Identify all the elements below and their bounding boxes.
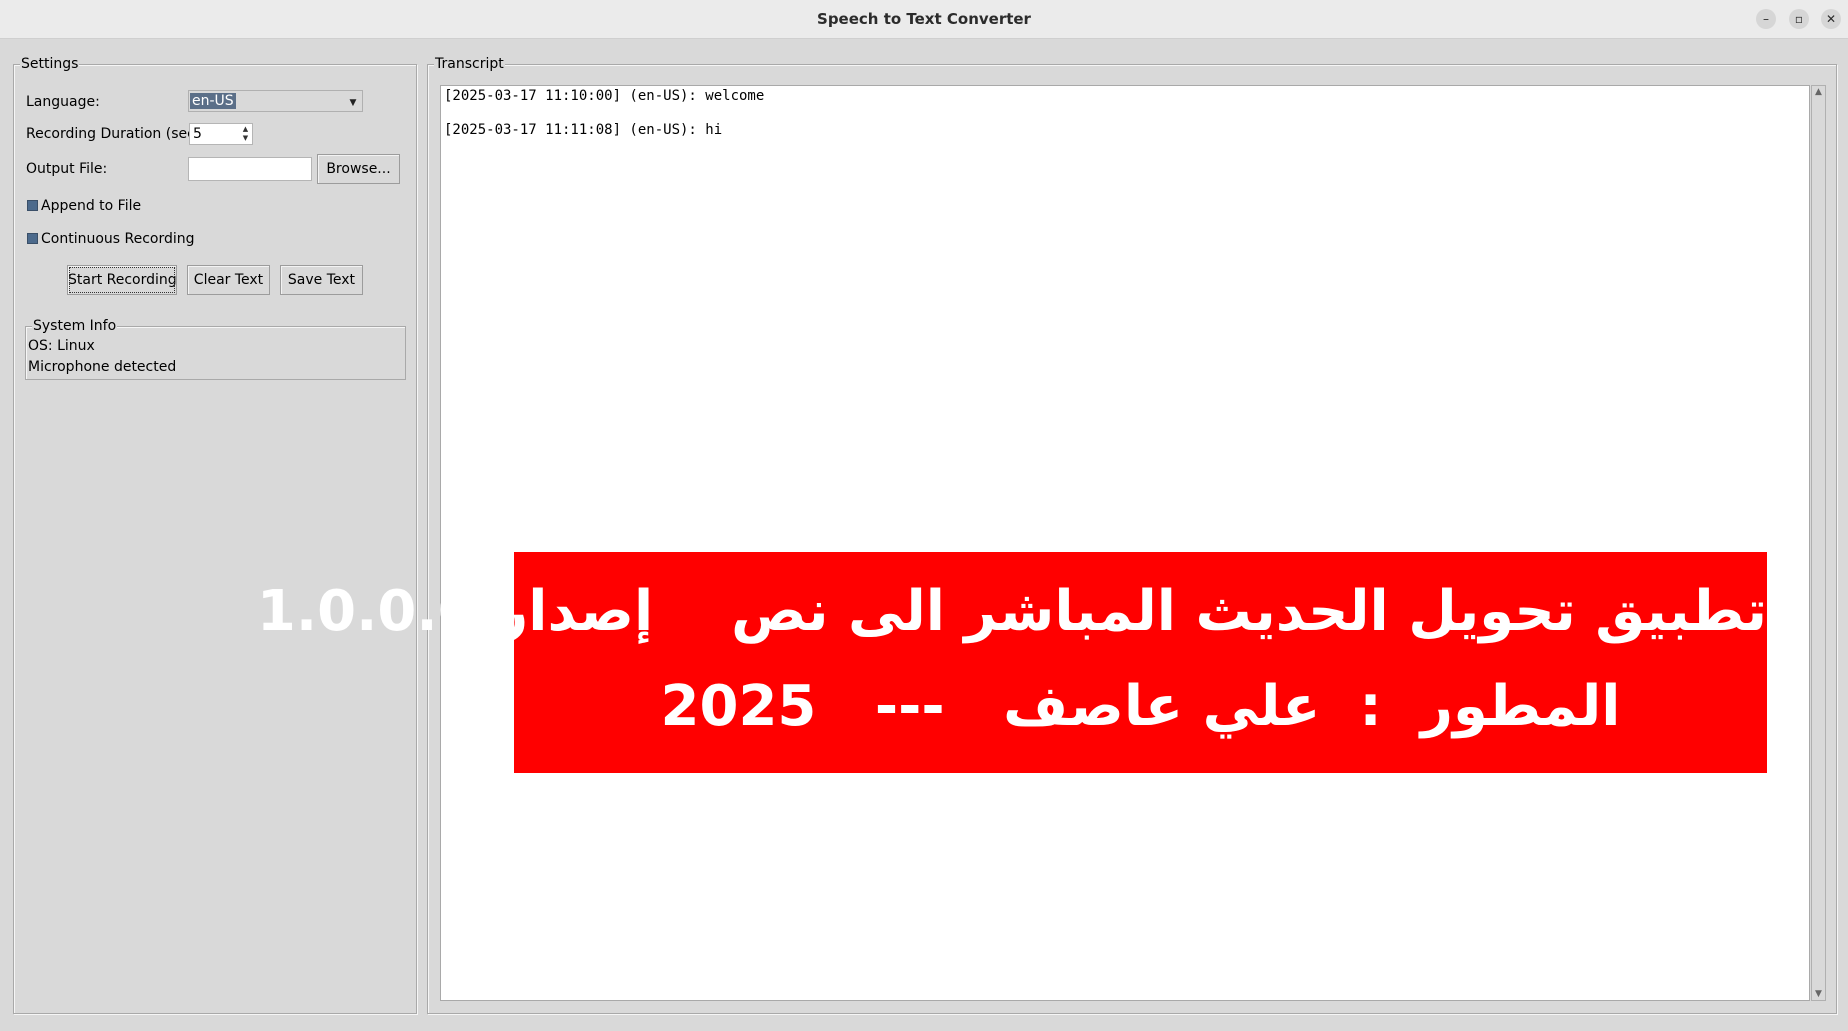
transcript-frame-label: Transcript	[434, 55, 505, 73]
output-file-label: Output File:	[26, 161, 108, 177]
transcript-line: [2025-03-17 11:11:08] (en-US): hi	[444, 122, 723, 138]
system-info-frame: System Info OS: Linux Microphone detecte…	[25, 317, 406, 380]
minimize-icon[interactable]: –	[1756, 9, 1776, 29]
language-combobox[interactable]: en-US ▼	[188, 90, 363, 112]
spin-arrows-icon[interactable]: ▲ ▼	[240, 125, 251, 143]
continuous-label: Continuous Recording	[41, 231, 195, 247]
settings-frame-label: Settings	[20, 55, 80, 73]
window-title: Speech to Text Converter	[817, 10, 1031, 28]
banner-developer: المطور : علي عاصف --- 2025	[660, 674, 1621, 739]
scroll-up-icon[interactable]: ▲	[1812, 86, 1825, 98]
transcript-line: [2025-03-17 11:10:00] (en-US): welcome	[444, 88, 765, 104]
clear-text-button[interactable]: Clear Text	[187, 265, 270, 295]
duration-value: 5	[193, 126, 202, 142]
title-bar: Speech to Text Converter – ▫ ✕	[0, 0, 1848, 39]
language-label: Language:	[26, 94, 100, 110]
transcript-scrollbar[interactable]: ▲ ▼	[1811, 85, 1826, 1001]
close-icon[interactable]: ✕	[1821, 9, 1841, 29]
overlay-banner: تطبيق تحويل الحديث المباشر الى نص إصدار …	[256, 552, 1767, 773]
maximize-icon[interactable]: ▫	[1789, 9, 1809, 29]
microphone-info: Microphone detected	[28, 359, 177, 375]
append-checkbox[interactable]	[27, 200, 38, 211]
output-file-input[interactable]	[188, 157, 312, 181]
banner-title: تطبيق تحويل الحديث المباشر الى نص إصدار …	[256, 579, 1767, 644]
duration-spinbox[interactable]: 5 ▲ ▼	[189, 123, 253, 145]
start-recording-button[interactable]: Start Recording	[67, 265, 177, 295]
os-info: OS: Linux	[28, 338, 95, 354]
chevron-down-icon[interactable]: ▼	[346, 93, 360, 109]
scroll-down-icon[interactable]: ▼	[1812, 988, 1825, 1000]
system-info-label: System Info	[32, 317, 118, 335]
append-label: Append to File	[41, 198, 142, 214]
save-text-button[interactable]: Save Text	[280, 265, 363, 295]
transcript-text-area[interactable]: [2025-03-17 11:10:00] (en-US): welcome […	[440, 85, 1810, 1001]
duration-label: Recording Duration (sec):	[26, 126, 205, 142]
language-value: en-US	[190, 93, 236, 109]
browse-button[interactable]: Browse...	[317, 154, 400, 184]
continuous-checkbox[interactable]	[27, 233, 38, 244]
